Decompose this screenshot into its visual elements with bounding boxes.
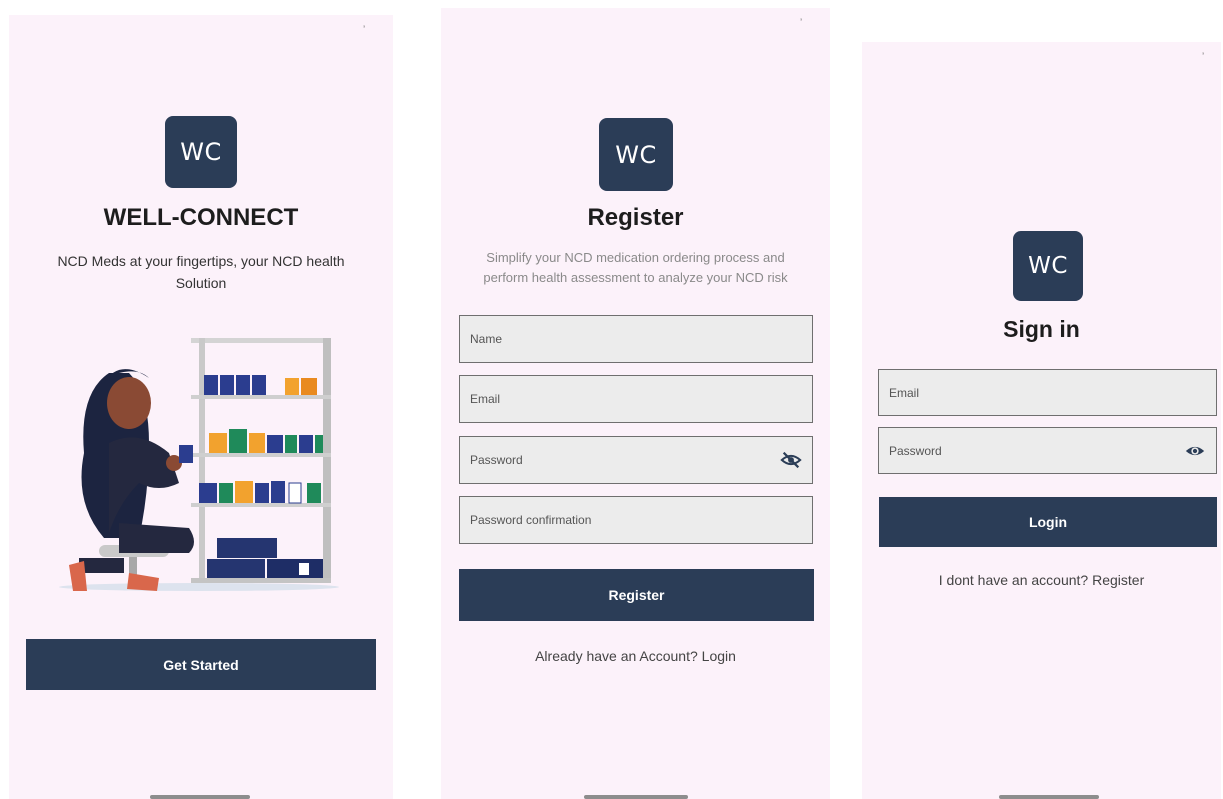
register-screen: ʼ WC Register Simplify your NCD medicati… <box>441 8 830 799</box>
tagline-line-1: NCD Meds at your fingertips, your NCD he… <box>57 253 345 269</box>
email-field[interactable]: Email <box>878 369 1217 416</box>
register-button[interactable]: Register <box>459 569 814 621</box>
password-confirmation-placeholder: Password confirmation <box>470 513 592 527</box>
email-placeholder: Email <box>470 392 501 406</box>
password-placeholder: Password <box>470 453 523 467</box>
name-field[interactable]: Name <box>459 315 813 363</box>
eye-off-icon[interactable] <box>780 449 802 471</box>
home-indicator <box>150 795 250 799</box>
logo-text: WC <box>1028 253 1068 279</box>
description-line-1: Simplify your NCD medication ordering pr… <box>486 250 785 265</box>
home-indicator <box>999 795 1099 799</box>
signin-screen: ʼ WC Sign in Email Password Login I dont… <box>862 42 1221 799</box>
home-indicator <box>584 795 688 799</box>
register-link[interactable]: I dont have an account? Register <box>862 572 1221 588</box>
app-title: WELL-CONNECT <box>103 204 299 231</box>
status-indicator: ʼ <box>800 18 803 29</box>
password-placeholder: Password <box>889 443 942 458</box>
get-started-button[interactable]: Get Started <box>26 639 376 690</box>
app-logo: WC <box>599 118 673 191</box>
description-line-2: perform health assessment to analyze you… <box>483 270 788 285</box>
logo-text: WC <box>180 138 222 166</box>
password-field[interactable]: Password <box>878 427 1217 474</box>
app-logo: WC <box>1013 231 1083 301</box>
login-link[interactable]: Already have an Account? Login <box>441 648 830 664</box>
logo-text: WC <box>615 140 657 169</box>
login-button[interactable]: Login <box>879 497 1217 547</box>
eye-icon[interactable] <box>1184 440 1206 462</box>
page-title: Register <box>587 204 684 231</box>
app-logo: WC <box>165 116 237 188</box>
password-confirmation-field[interactable]: Password confirmation <box>459 496 813 544</box>
name-placeholder: Name <box>470 332 503 346</box>
status-indicator: ʼ <box>1202 52 1205 63</box>
welcome-screen: ʼ WC WELL-CONNECT NCD Meds at your finge… <box>9 15 393 799</box>
tagline-line-2: Solution <box>175 275 227 291</box>
status-indicator: ʼ <box>363 25 366 36</box>
page-description: Simplify your NCD medication ordering pr… <box>451 248 820 288</box>
app-tagline: NCD Meds at your fingertips, your NCD he… <box>29 250 373 294</box>
email-placeholder: Email <box>889 385 920 400</box>
pharmacy-illustration <box>59 338 339 591</box>
email-field[interactable]: Email <box>459 375 813 423</box>
page-title: Sign in <box>1003 316 1080 342</box>
password-field[interactable]: Password <box>459 436 813 484</box>
